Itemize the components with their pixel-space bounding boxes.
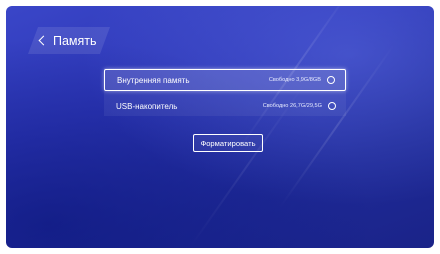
storage-item-usb[interactable]: USB-накопитель Свободно 26,7G/29,5G [104, 95, 346, 117]
storage-item-free-space: Свободно 26,7G/29,5G [262, 103, 322, 109]
storage-item-name: Внутренняя память [117, 75, 190, 85]
chevron-left-icon [39, 36, 49, 46]
back-button[interactable]: Память [28, 27, 110, 54]
storage-item-free-space: Свободно 3,9G/8GB [268, 77, 321, 83]
format-button[interactable]: Форматировать [193, 134, 263, 152]
storage-item-internal[interactable]: Внутренняя память Свободно 3,9G/8GB [104, 69, 346, 91]
radio-button-icon[interactable] [328, 102, 336, 110]
storage-item-name: USB-накопитель [116, 101, 178, 111]
page-title: Память [53, 33, 97, 48]
radio-button-icon[interactable] [327, 76, 335, 84]
